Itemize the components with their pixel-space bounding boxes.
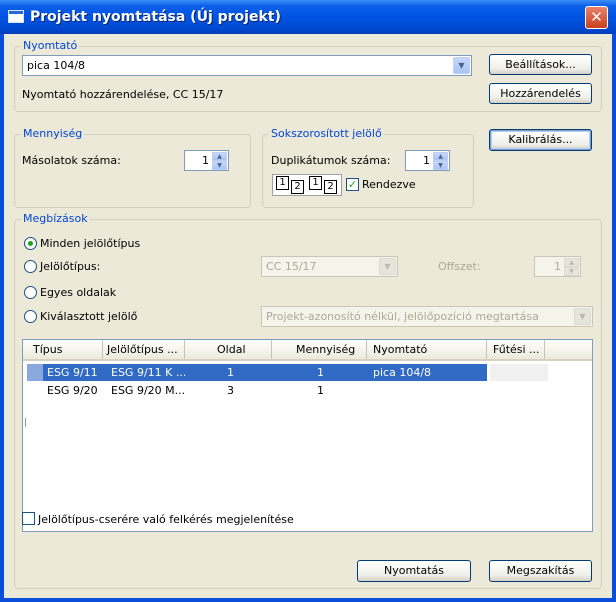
collate-label[interactable]: Rendezve [362,178,416,191]
cell-quantity: 1 [272,364,367,381]
duplicate-marker-group: Sokszorosított jelölő [262,127,474,208]
cell-marker-type: ESG 9/20 M... [111,384,186,397]
title-bar[interactable]: Projekt nyomtatása (Új projekt) ✕ [0,0,616,34]
cell-marker-type: ESG 9/11 K ... [107,364,189,381]
chevron-down-icon[interactable]: ▼ [574,308,591,325]
single-pages-label[interactable]: Egyes oldalak [40,286,116,299]
spin-down-icon[interactable]: ▼ [564,267,579,276]
printer-select-value: pica 104/8 [27,59,86,72]
cancel-button[interactable]: Megszakítás [489,560,592,582]
close-button[interactable]: ✕ [585,6,608,29]
marker-type-select[interactable]: CC 15/17 ▼ [261,256,398,277]
duplicates-value: 1 [423,154,430,167]
all-marker-types-radio[interactable] [24,237,37,250]
printer-assignment-text: Nyomtató hozzárendelése, CC 15/17 [22,88,224,101]
column-header-type[interactable]: Típus [23,340,103,359]
copies-stepper[interactable]: 1 ▲ ▼ [184,150,229,171]
column-header-quantity[interactable]: Mennyiség [272,340,367,359]
cell-quantity: 1 [317,384,324,397]
all-marker-types-label[interactable]: Minden jelölőtípus [40,237,140,250]
column-header-heating[interactable]: Fűtési ... [487,340,545,359]
selected-marker-value: Projekt-azonosító nélkül, jelölőpozíció … [266,310,539,323]
printer-select[interactable]: pica 104/8 ▼ [22,55,472,76]
quantity-group: Mennyiség [14,127,251,208]
printer-legend: Nyomtató [21,39,80,52]
settings-button[interactable]: Beállítások... [489,54,592,75]
cell-page: 1 [185,364,272,381]
column-header-marker-type[interactable]: Jelölőtípus ... [103,340,185,359]
page-icon: 2 [291,180,304,194]
page-icon: 2 [324,180,337,194]
spin-down-icon[interactable]: ▼ [212,161,227,170]
selected-marker-label[interactable]: Kiválasztott jelölő [40,310,137,323]
cell-heating [490,382,548,399]
cell-type: ESG 9/11 [43,364,111,381]
chevron-down-icon[interactable]: ▼ [453,57,470,74]
column-header-page[interactable]: Oldal [185,340,272,359]
marker-type-value: CC 15/17 [266,260,317,273]
dialog-body: Nyomtató pica 104/8 ▼ Beállítások... Nyo… [4,34,612,598]
window-icon [8,10,24,23]
spin-up-icon[interactable]: ▲ [212,152,227,161]
cell-page: 3 [227,384,234,397]
duplicates-label: Duplikátumok száma: [271,154,391,167]
marker-type-radio[interactable] [24,260,37,273]
table-row[interactable]: ESG 9/11 ESG 9/11 K ... 1 1 pica 104/8 [23,364,592,381]
single-pages-radio[interactable] [24,286,37,299]
duplicate-marker-legend: Sokszorosított jelölő [269,127,384,140]
table-header: Típus Jelölőtípus ... Oldal Mennyiség Ny… [23,340,592,361]
orders-legend: Megbízások [21,212,90,225]
marker-table[interactable]: Típus Jelölőtípus ... Oldal Mennyiség Ny… [22,339,593,532]
column-header-printer[interactable]: Nyomtató [367,340,487,359]
marker-type-label[interactable]: Jelölőtípus: [40,260,100,273]
selected-marker-radio[interactable] [24,310,37,323]
collate-checkbox[interactable]: ✓ [346,178,359,191]
quantity-legend: Mennyiség [21,127,85,140]
offset-stepper[interactable]: 1 ▲ ▼ [534,256,581,277]
print-button[interactable]: Nyomtatás [357,560,471,582]
selected-marker-select[interactable]: Projekt-azonosító nélkül, jelölőpozíció … [261,306,593,327]
offset-label: Offszet: [438,260,481,273]
duplicates-stepper[interactable]: 1 ▲ ▼ [405,150,450,171]
table-row[interactable]: ESG 9/20 ESG 9/20 M... 3 1 [23,382,592,399]
text-cursor [25,418,26,427]
prompt-marker-change-label[interactable]: Jelölőtípus-cserére való felkérés megjel… [38,513,294,526]
page-icon: 1 [276,176,289,190]
row-select-cell [27,364,43,381]
spin-up-icon[interactable]: ▲ [564,258,579,267]
spin-up-icon[interactable]: ▲ [433,152,448,161]
close-icon: ✕ [590,8,603,26]
window-title: Projekt nyomtatása (Új projekt) [30,9,281,25]
chevron-down-icon[interactable]: ▼ [379,258,396,275]
assign-button[interactable]: Hozzárendelés [489,83,592,104]
cell-type: ESG 9/20 [47,384,98,397]
cell-heating [490,364,548,381]
cell-printer [367,382,487,399]
copies-label: Másolatok száma: [22,154,121,167]
page-icon: 1 [309,176,322,190]
cell-printer: pica 104/8 [367,364,487,381]
collate-pages-icon: 1 2 1 2 [272,174,342,196]
print-project-dialog: Projekt nyomtatása (Új projekt) ✕ Nyomta… [0,0,616,602]
copies-value: 1 [202,154,209,167]
prompt-marker-change-checkbox[interactable] [22,512,35,525]
calibrate-button[interactable]: Kalibrálás... [489,129,592,151]
offset-value: 1 [554,260,561,273]
spin-down-icon[interactable]: ▼ [433,161,448,170]
